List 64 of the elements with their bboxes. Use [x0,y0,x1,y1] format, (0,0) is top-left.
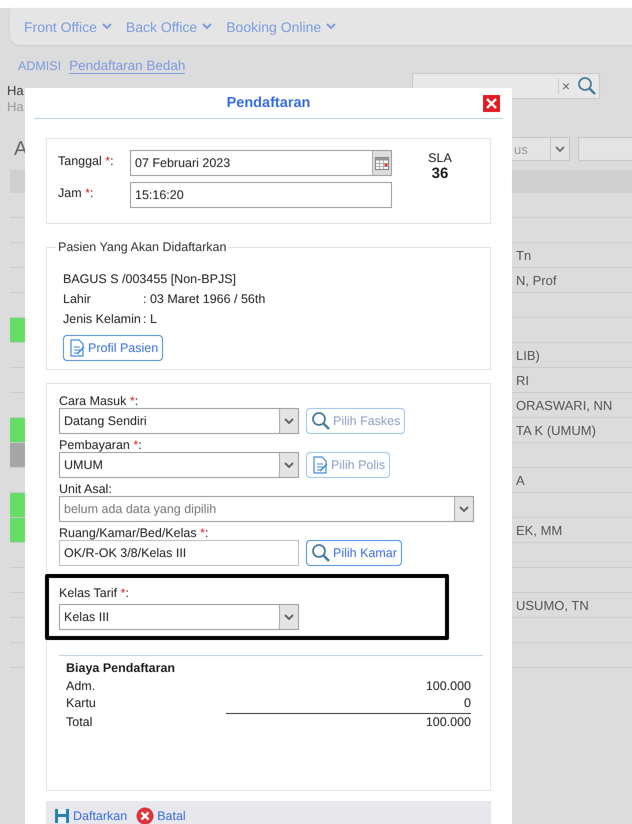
chevron-down-icon [202,23,212,30]
sla-value: 36 [432,165,448,182]
search-button[interactable]: Pilih Kamar [306,540,402,566]
chevron-down-icon [102,23,112,30]
search-icon [311,543,331,563]
chevron-down-icon [555,146,565,152]
patient-name: BAGUS S /003455 [Non-BPJS] [63,271,238,288]
filter-input[interactable] [578,137,632,161]
table-cell: ORASWARI, NN [516,398,612,412]
text-field[interactable]: OK/R-OK 3/8/Kelas III [59,540,299,566]
field-label: Pembayaran *: [59,438,142,454]
greeting-subtext: Ha [7,99,24,115]
dialog-title: Pendaftaran [226,95,310,111]
cost-value: 0 [226,695,471,714]
field-label: Unit Asal: [59,482,112,498]
detail-label: Jenis Kelamin [63,311,142,328]
cost-value: 100.000 [424,678,471,694]
search-icon [577,76,597,96]
document-pen-icon [68,338,86,358]
select-field[interactable]: Kelas III [59,604,299,630]
table-cell: TA K (UMUM) [516,422,596,438]
select-field[interactable]: belum ada data yang dipilih [59,496,474,522]
table-cell: A [516,472,525,488]
field-label: Tanggal *: [58,153,115,170]
date-field[interactable]: 07 Februari 2023 [130,150,392,176]
table-cell: Tn [516,248,532,262]
time-field[interactable]: 15:16:20 [130,182,392,208]
close-icon [486,98,497,109]
panel-legend: Pasien Yang Akan Didaftarkan [56,240,228,254]
greeting-text: Ha [7,83,24,99]
register-button[interactable]: Daftarkan [54,808,128,824]
field-label: Kelas Tarif *: [59,585,130,602]
clear-button[interactable]: × [558,78,573,94]
chevron-down-icon [459,506,469,512]
cost-label: Kartu [66,695,96,712]
table-cell: RI [516,372,529,388]
cost-label: Adm. [66,678,96,694]
table-cell: EK, MM [516,522,562,538]
field-label: Jam *: [58,185,94,202]
chevron-down-icon [284,614,294,620]
field-label: Ruang/Kamar/Bed/Kelas *: [59,526,208,542]
chevron-down-icon [284,418,294,424]
detail-value: : L [143,311,158,328]
table-cell: USUMO, TN [516,598,589,612]
cost-title: Biaya Pendaftaran [66,660,176,677]
chevron-down-icon [326,23,336,30]
detail-value: : 03 Maret 1966 / 56th [143,291,266,308]
calendar-button[interactable] [372,151,391,175]
close-button[interactable] [483,95,500,112]
select-field[interactable]: Datang Sendiri [59,408,299,434]
field-label: Cara Masuk *: [59,394,138,410]
detail-label: Lahir [63,291,92,308]
chevron-down-icon [284,462,294,468]
select-field[interactable]: UMUM [59,452,299,478]
document-pen-icon [311,455,329,475]
table-cell: LIB) [516,348,540,362]
table-cell: N, Prof [516,272,556,288]
cost-label: Total [66,714,92,730]
search-icon [311,411,331,431]
cancel-button[interactable]: Batal [136,807,186,824]
sla-label: SLA [428,151,452,165]
calendar-icon [375,156,389,170]
profile-button[interactable]: Profil Pasien [63,335,164,361]
cost-value: 100.000 [424,714,471,730]
